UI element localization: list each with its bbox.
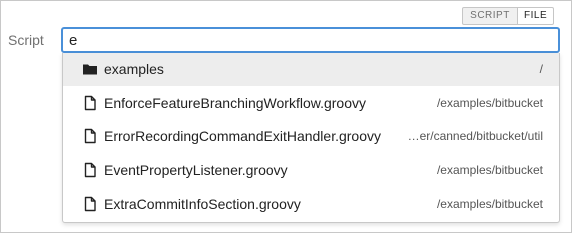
suggestion-path: /examples/bitbucket	[436, 163, 543, 177]
suggestion-name: examples	[104, 61, 164, 77]
suggestion-path: /	[539, 62, 543, 76]
suggestion-item-file[interactable]: EventPropertyListener.groovy /examples/b…	[63, 154, 559, 187]
suggestion-name: EnforceFeatureBranchingWorkflow.groovy	[104, 95, 366, 111]
suggestion-name: ErrorRecordingCommandExitHandler.groovy	[104, 128, 382, 144]
file-icon	[84, 196, 96, 212]
suggestion-path: …er/canned/bitbucket/util	[407, 129, 543, 143]
script-input[interactable]	[61, 27, 560, 53]
file-mode-button[interactable]: FILE	[518, 7, 554, 25]
file-icon	[84, 128, 96, 144]
folder-icon	[83, 64, 97, 75]
script-label: Script	[8, 32, 44, 48]
file-icon	[84, 162, 96, 178]
suggestion-item-file[interactable]: ErrorRecordingCommandExitHandler.groovy …	[63, 120, 559, 153]
suggestion-name: ExtraCommitInfoSection.groovy	[104, 196, 301, 212]
suggestion-item-file[interactable]: EnforceFeatureBranchingWorkflow.groovy /…	[63, 87, 559, 120]
mode-toggle: SCRIPT FILE	[462, 7, 554, 25]
script-field-panel: SCRIPT FILE Script examples / EnforceFea…	[0, 0, 572, 233]
suggestion-path: /examples/bitbucket	[436, 197, 543, 211]
suggestion-item-file[interactable]: ExtraCommitInfoSection.groovy /examples/…	[63, 188, 559, 221]
script-mode-button[interactable]: SCRIPT	[462, 7, 518, 25]
suggestion-path: /examples/bitbucket	[436, 96, 543, 110]
suggestion-item-examples[interactable]: examples /	[63, 53, 559, 86]
suggestion-dropdown: examples / EnforceFeatureBranchingWorkfl…	[62, 53, 560, 223]
file-icon	[84, 95, 96, 111]
suggestion-name: EventPropertyListener.groovy	[104, 162, 288, 178]
